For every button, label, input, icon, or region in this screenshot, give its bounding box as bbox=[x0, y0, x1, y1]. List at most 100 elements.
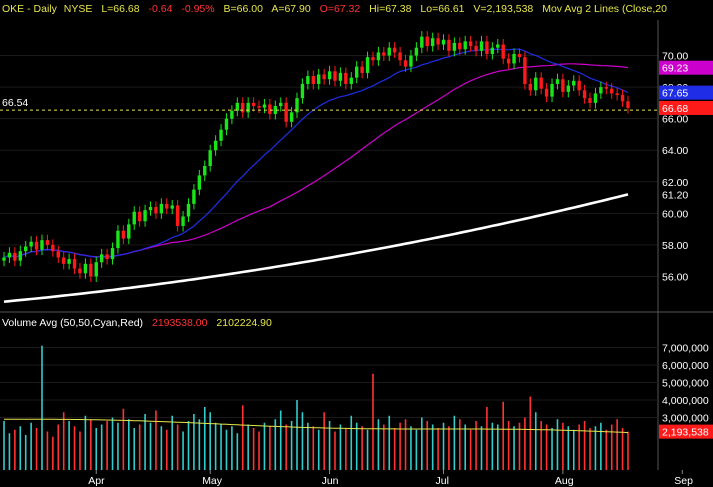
candle-body bbox=[485, 41, 489, 54]
volume-bar bbox=[155, 410, 157, 470]
volume-bar bbox=[14, 429, 16, 470]
candle-body bbox=[241, 102, 245, 113]
x-tick-label: Jun bbox=[322, 475, 339, 487]
volume-title: Volume Avg (50,50,Cyan,Red) bbox=[2, 317, 143, 329]
volume-bar bbox=[225, 429, 228, 470]
volume-value-2: 2102224.90 bbox=[216, 317, 272, 329]
volume-bar bbox=[616, 419, 618, 470]
stock-chart: OKE - Daily NYSE L=66.68 -0.64 -0.95% B=… bbox=[0, 0, 713, 487]
candle-body bbox=[382, 52, 386, 56]
candle-body bbox=[490, 47, 495, 54]
volume-bar bbox=[128, 419, 130, 470]
volume-bar bbox=[111, 417, 114, 470]
volume-bar bbox=[19, 426, 22, 470]
volume-bar bbox=[138, 424, 141, 470]
candle-body bbox=[615, 93, 619, 95]
candle-body bbox=[137, 211, 142, 222]
reference-line-label: 66.54 bbox=[2, 97, 28, 109]
candle-body bbox=[555, 79, 560, 84]
candle-body bbox=[452, 42, 457, 51]
candle-body bbox=[2, 257, 6, 261]
candle-body bbox=[300, 83, 305, 99]
volume-bar bbox=[285, 424, 287, 470]
volume-bar bbox=[545, 424, 548, 470]
volume-bar bbox=[8, 433, 11, 470]
candle-body bbox=[539, 77, 543, 89]
header-line: OKE - Daily NYSE L=66.68 -0.64 -0.95% B=… bbox=[2, 3, 667, 15]
candle-body bbox=[398, 52, 402, 61]
candle-body bbox=[148, 207, 153, 211]
volume-bar bbox=[534, 412, 537, 470]
header-exchange: NYSE bbox=[64, 3, 93, 15]
candle-body bbox=[338, 72, 343, 81]
volume-bar bbox=[122, 408, 125, 470]
volume-bar bbox=[90, 419, 92, 470]
volume-bar bbox=[372, 373, 374, 470]
candle-body bbox=[29, 241, 33, 247]
candle-body bbox=[208, 150, 212, 166]
volume-bar bbox=[73, 426, 76, 470]
volume-value-1: 2193538.00 bbox=[152, 317, 208, 329]
volume-bar bbox=[263, 422, 266, 470]
volume-bar bbox=[345, 428, 347, 470]
candle-body bbox=[175, 205, 180, 226]
volume-bar bbox=[84, 415, 87, 470]
candle-body bbox=[468, 41, 473, 47]
volume-bar bbox=[567, 426, 570, 470]
candle-body bbox=[213, 140, 218, 151]
volume-bar bbox=[68, 421, 70, 470]
volume-bar bbox=[507, 421, 510, 470]
volume-bar bbox=[57, 424, 60, 470]
candle-body bbox=[186, 203, 191, 217]
candle-body bbox=[561, 79, 565, 92]
candle-body bbox=[441, 39, 446, 45]
candle-body bbox=[317, 74, 321, 84]
candle-body bbox=[501, 44, 505, 59]
candle-body bbox=[94, 262, 98, 277]
candle-body bbox=[463, 41, 467, 50]
volume-bar bbox=[502, 401, 504, 470]
candle-body bbox=[51, 244, 55, 252]
candle-body bbox=[224, 118, 229, 130]
candle-body bbox=[230, 110, 234, 119]
candle-body bbox=[523, 57, 527, 84]
volume-bar bbox=[621, 428, 624, 470]
volume-bar bbox=[605, 429, 608, 470]
volume-bar bbox=[144, 414, 146, 470]
candle-body bbox=[333, 71, 337, 81]
volume-bar bbox=[415, 429, 418, 470]
candle-body bbox=[13, 252, 17, 261]
volume-bar bbox=[241, 405, 244, 470]
candle-body bbox=[89, 263, 93, 277]
candle-body bbox=[387, 47, 391, 56]
volume-bar bbox=[301, 412, 304, 470]
price-tick-label: 66.00 bbox=[662, 114, 688, 126]
candle-body bbox=[534, 77, 538, 91]
candle-body bbox=[360, 66, 364, 73]
volume-bar bbox=[431, 424, 434, 470]
price-tick-label: 58.00 bbox=[662, 240, 688, 252]
volume-bar bbox=[529, 396, 532, 470]
candle-body bbox=[403, 60, 408, 67]
volume-bar bbox=[339, 424, 342, 470]
candle-body bbox=[197, 175, 202, 190]
volume-bar bbox=[453, 415, 456, 470]
candle-body bbox=[371, 57, 375, 61]
price-value-text: 67.65 bbox=[662, 88, 688, 100]
volume-bar bbox=[399, 422, 401, 470]
volume-bar bbox=[355, 422, 358, 470]
price-tick-label: 62.00 bbox=[662, 177, 688, 189]
volume-bar bbox=[556, 419, 559, 470]
volume-bar bbox=[323, 412, 325, 470]
volume-bar bbox=[133, 428, 136, 470]
volume-bar bbox=[176, 424, 179, 470]
candle-body bbox=[170, 205, 174, 209]
candle-body bbox=[447, 39, 451, 51]
price-tick-label: 60.00 bbox=[662, 208, 688, 220]
volume-bar bbox=[247, 424, 249, 470]
candle-body bbox=[344, 72, 348, 84]
volume-bar bbox=[524, 417, 526, 470]
volume-bar bbox=[366, 429, 369, 470]
volume-bar bbox=[480, 426, 483, 470]
price-tick-label: 64.00 bbox=[662, 145, 688, 157]
